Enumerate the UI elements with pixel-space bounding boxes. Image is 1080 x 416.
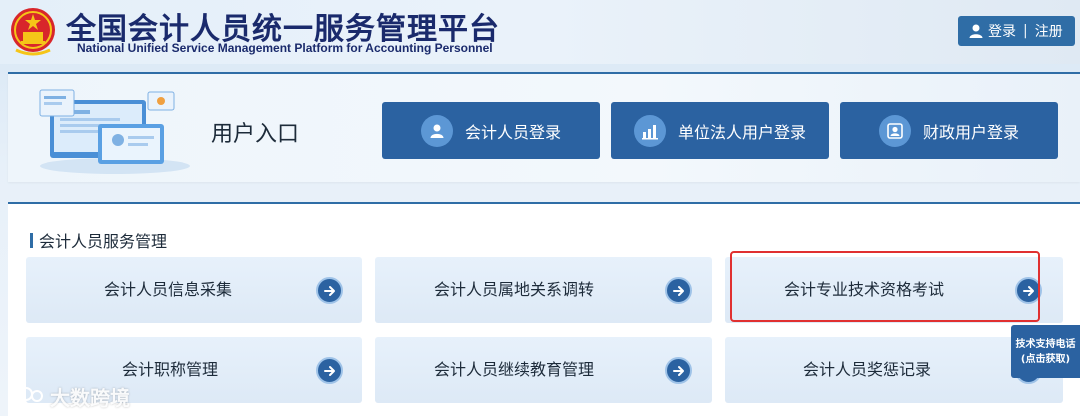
- person-icon: [420, 114, 453, 147]
- header: 全国会计人员统一服务管理平台 National Unified Service …: [0, 0, 1080, 64]
- user-icon: [969, 24, 983, 38]
- service-heading-text: 会计人员服务管理: [39, 232, 168, 251]
- service-card-territorial-transfer[interactable]: 会计人员属地关系调转: [375, 257, 712, 323]
- computer-illustration-icon: [39, 89, 190, 174]
- service-card-label: 会计人员奖惩记录: [803, 360, 932, 379]
- finance-user-login-label: 财政用户登录: [922, 122, 1019, 142]
- building-chart-icon: [633, 114, 666, 147]
- accountant-login-label: 会计人员登录: [464, 122, 561, 142]
- watermark-text: 大数跨境: [50, 385, 130, 410]
- tech-support-tab[interactable]: 技术支持电话 (点击获取): [1011, 325, 1080, 378]
- national-emblem-icon: [11, 8, 55, 56]
- user-card-icon: [878, 114, 911, 147]
- support-line-2: (点击获取): [1020, 353, 1071, 365]
- support-line-1: 技术支持电话: [1015, 338, 1076, 350]
- service-card-qualification-exam[interactable]: 会计专业技术资格考试: [725, 257, 1063, 323]
- accountant-service-section: 会计人员服务管理 会计人员信息采集 会计人员属地关系调转 会计专业技术资格考试 …: [8, 202, 1080, 416]
- heading-bar: [30, 232, 33, 248]
- user-entry-section: 用户入口 会计人员登录 单位法人用户登录 财政用户登录: [8, 72, 1080, 182]
- arrow-right-icon: [665, 277, 692, 304]
- arrow-right-icon: [316, 277, 343, 304]
- arrow-right-icon: [316, 357, 343, 384]
- service-card-label: 会计专业技术资格考试: [784, 280, 945, 299]
- watermark-logo-icon: [9, 387, 43, 402]
- site-subtitle: National Unified Service Management Plat…: [77, 41, 493, 55]
- service-card-label: 会计人员属地关系调转: [434, 280, 595, 299]
- legal-entity-login-button[interactable]: 单位法人用户登录: [611, 102, 829, 159]
- arrow-right-icon: [1015, 277, 1042, 304]
- service-heading: 会计人员服务管理: [30, 228, 167, 252]
- accountant-login-button[interactable]: 会计人员登录: [382, 102, 600, 159]
- login-link[interactable]: 登录: [988, 21, 1016, 41]
- login-register-box: 登录 | 注册: [958, 16, 1075, 46]
- service-card-label: 会计职称管理: [122, 360, 219, 379]
- service-card-info-collection[interactable]: 会计人员信息采集: [26, 257, 362, 323]
- legal-entity-login-label: 单位法人用户登录: [677, 122, 806, 142]
- arrow-right-icon: [665, 357, 692, 384]
- register-link[interactable]: 注册: [1035, 21, 1063, 41]
- service-card-label: 会计人员信息采集: [104, 280, 233, 299]
- finance-user-login-button[interactable]: 财政用户登录: [840, 102, 1058, 159]
- login-separator: |: [1023, 23, 1028, 39]
- service-card-label: 会计人员继续教育管理: [434, 360, 595, 379]
- user-entry-title: 用户入口: [211, 122, 300, 147]
- service-card-continuing-education[interactable]: 会计人员继续教育管理: [375, 337, 712, 403]
- watermark: 大数跨境: [8, 382, 130, 410]
